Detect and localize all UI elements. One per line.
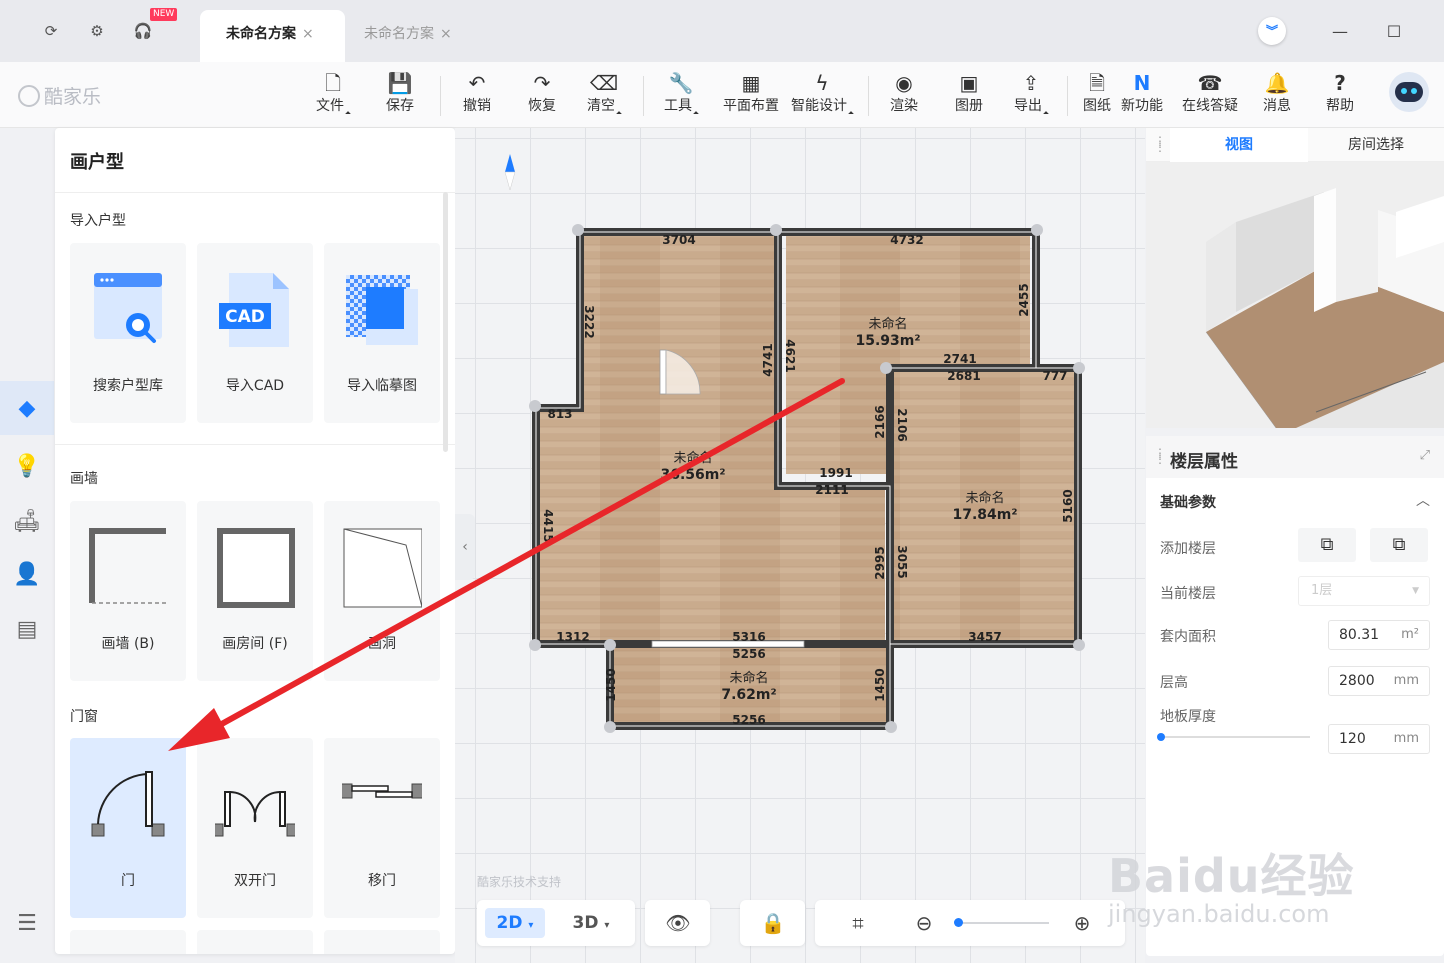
fit-view-icon[interactable]: ⌗	[843, 908, 873, 938]
room-name: 未命名	[729, 670, 768, 686]
drag-handle-icon[interactable]: ⋮ ⋮	[1154, 447, 1166, 465]
drag-handle-icon[interactable]: ⋮ ⋮	[1154, 135, 1166, 153]
dimension-label: 5160	[1061, 489, 1075, 522]
panel-title: 楼层属性	[1170, 452, 1238, 472]
dimension-label: 3055	[895, 545, 909, 578]
room-area: 15.93m²	[855, 333, 920, 349]
dimension-label: 3704	[662, 233, 695, 247]
dimension-label: 5316	[732, 630, 765, 644]
dimension-label: 777	[1042, 369, 1067, 383]
tech-support-text: 酷家乐技术支持	[477, 875, 562, 889]
eye-icon[interactable]: 👁	[663, 908, 693, 938]
preview-tabs: ⋮ ⋮ 视图 房间选择	[1146, 128, 1444, 162]
mode-3d-button[interactable]: 3D ▾	[561, 908, 621, 938]
view-mode-switch: 2D ▾ 3D ▾	[477, 900, 635, 946]
section-title: 基础参数	[1160, 495, 1216, 511]
add-floor-label: 添加楼层	[1160, 541, 1216, 557]
floor-thickness-slider-handle[interactable]	[1157, 733, 1165, 741]
dimension-label: 3457	[968, 630, 1001, 644]
lock-icon[interactable]: 🔒	[758, 908, 788, 938]
dimension-label: 2455	[1017, 283, 1031, 316]
dimension-label: 3222	[582, 305, 596, 338]
dimension-label: 2741	[943, 352, 976, 366]
chevron-down-icon: ▾	[604, 920, 610, 931]
room-area: 17.84m²	[952, 507, 1017, 523]
zoom-in-icon[interactable]: ⊕	[1067, 908, 1097, 938]
panel-header: ⋮ ⋮ 楼层属性 ⤢	[1146, 436, 1444, 478]
dimension-label: 1450	[604, 668, 618, 701]
floor-thickness-field[interactable]: 120 mm	[1328, 724, 1430, 754]
dimension-label: 5256	[732, 713, 765, 727]
dimension-label: 2166	[873, 405, 887, 438]
floor-thickness-slider[interactable]	[1160, 736, 1310, 738]
chevron-down-icon: ▼	[1412, 586, 1419, 596]
dimension-label: 2111	[815, 483, 848, 497]
add-floor-below-button[interactable]: ⧉	[1370, 528, 1428, 562]
expand-icon[interactable]: ⤢	[1420, 448, 1430, 463]
tab-room-select[interactable]: 房间选择	[1308, 128, 1444, 162]
dimension-label: 813	[547, 407, 572, 421]
3d-preview-panel: ⋮ ⋮ 视图 房间选择	[1146, 128, 1444, 428]
3d-room-view[interactable]	[1146, 162, 1444, 428]
dimension-label: 2106	[895, 408, 909, 441]
chevron-up-icon[interactable]: ︿	[1416, 490, 1430, 510]
tab-view[interactable]: 视图	[1170, 128, 1308, 162]
dimension-label: 1312	[556, 630, 589, 644]
dimension-label: 4741	[761, 343, 775, 376]
inner-area-field[interactable]: 80.31 m²	[1328, 620, 1430, 650]
inner-area-label: 套内面积	[1160, 629, 1216, 645]
dimension-label: 4621	[783, 339, 797, 372]
annotation-arrowhead	[168, 708, 230, 751]
dimension-label: 2995	[873, 546, 887, 579]
dimension-label: 1450	[873, 668, 887, 701]
dimension-label: 4732	[890, 233, 923, 247]
floor-height-label: 层高	[1160, 675, 1188, 691]
zoom-slider-handle[interactable]	[954, 918, 963, 927]
current-floor-select[interactable]: 1层 ▼	[1298, 576, 1430, 606]
floor-thickness-label: 地板厚度	[1160, 709, 1216, 725]
zoom-slider-track[interactable]	[957, 922, 1049, 924]
floor-height-field[interactable]: 2800 mm	[1328, 666, 1430, 696]
dimension-label: 5256	[732, 647, 765, 661]
lock-control: 🔒	[740, 900, 805, 946]
zoom-out-icon[interactable]: ⊖	[909, 908, 939, 938]
current-floor-label: 当前楼层	[1160, 586, 1216, 602]
room-name: 未命名	[965, 490, 1004, 506]
dimension-label: 2681	[947, 369, 980, 383]
room-name: 未命名	[868, 316, 907, 332]
room-area: 7.62m²	[721, 687, 776, 703]
dimension-label: 1991	[819, 466, 852, 480]
add-floor-above-button[interactable]: ⧉	[1298, 528, 1356, 562]
chevron-down-icon: ▾	[528, 920, 534, 931]
mode-2d-button[interactable]: 2D ▾	[485, 908, 545, 938]
visibility-control: 👁	[645, 900, 710, 946]
baidu-watermark: Baidu经验 jingyan.baidu.com	[1108, 849, 1355, 928]
